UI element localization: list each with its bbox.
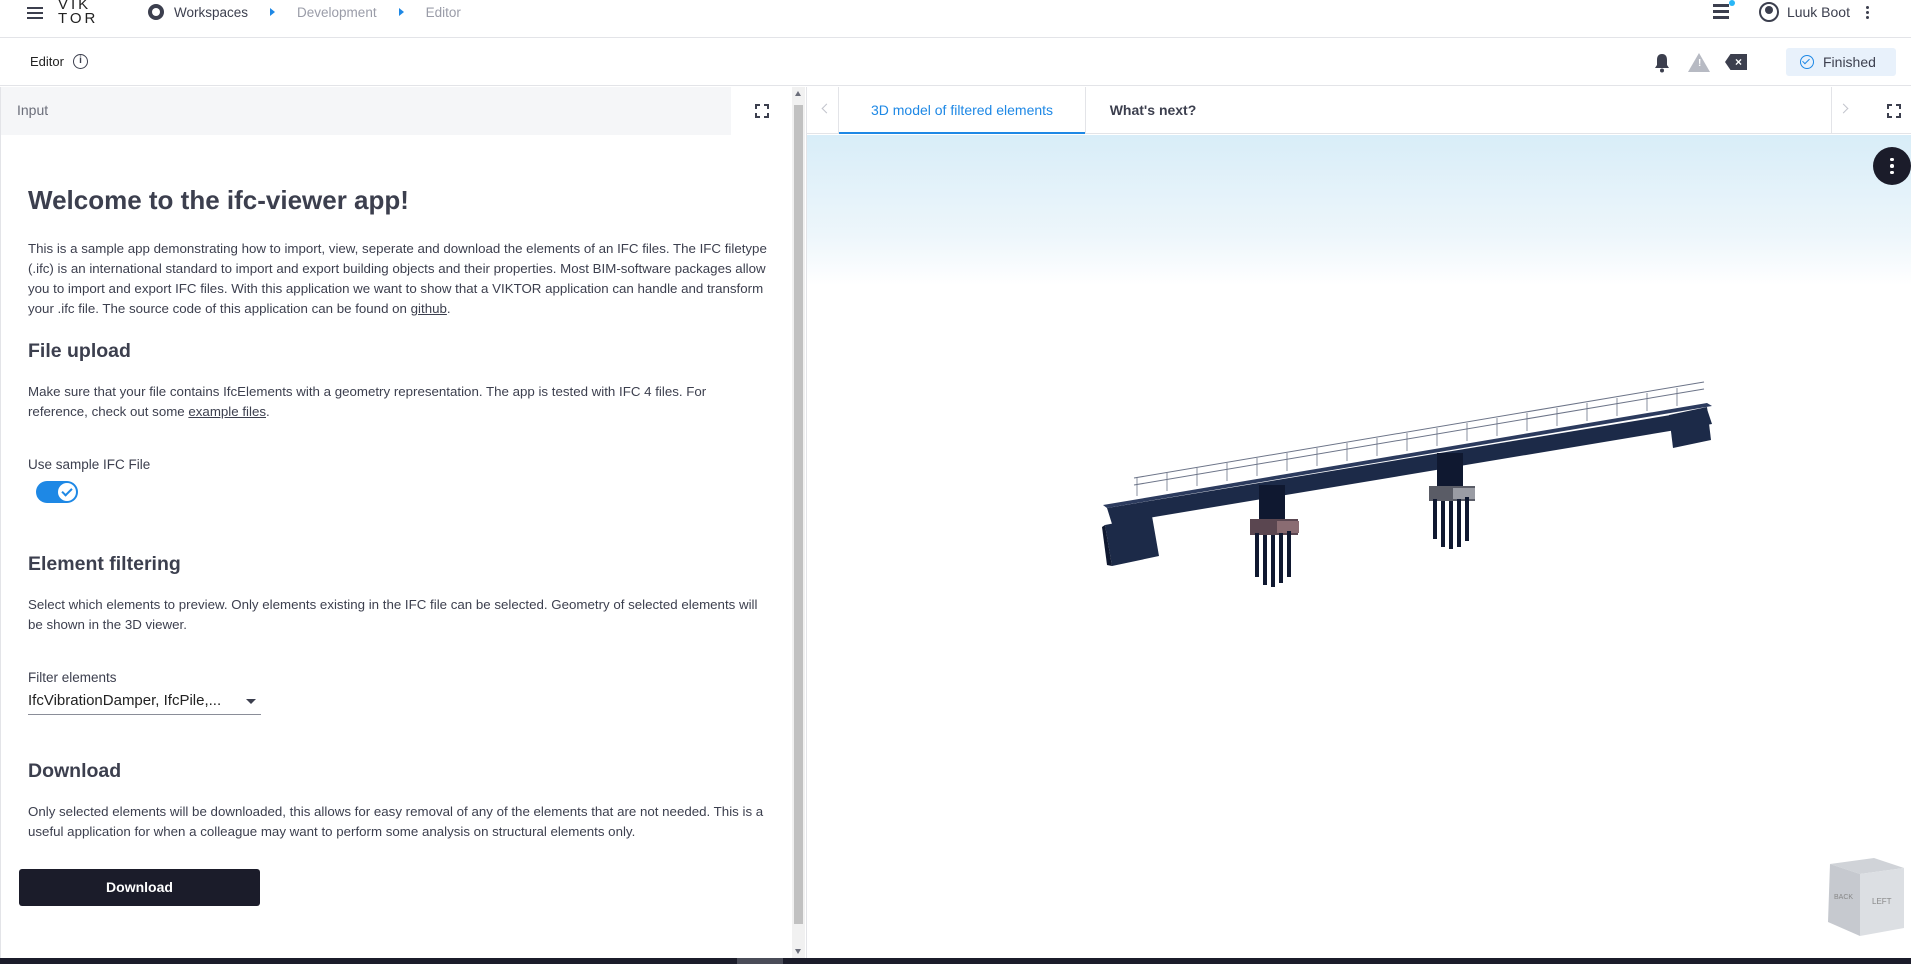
3d-viewer[interactable]: BACK LEFT (807, 135, 1911, 958)
expand-icon (755, 104, 769, 118)
top-bar: VIK TOR Workspaces Development Editor Lu… (0, 0, 1911, 38)
sample-ifc-toggle[interactable] (36, 481, 78, 503)
filter-elements-value: IfcVibrationDamper, IfcPile,... (28, 692, 222, 709)
github-link[interactable]: github (411, 301, 447, 316)
cube-face-left[interactable]: LEFT (1872, 897, 1892, 906)
user-icon[interactable] (1758, 2, 1779, 22)
check-icon (58, 483, 76, 501)
clear-icon[interactable]: × (1725, 54, 1747, 70)
taskbar-item[interactable] (737, 958, 783, 964)
element-filtering-text: Select which elements to preview. Only e… (28, 597, 758, 632)
sample-toggle-label: Use sample IFC File (28, 457, 151, 472)
tab-3d-model[interactable]: 3D model of filtered elements (839, 87, 1085, 134)
file-upload-text: Make sure that your file contains IfcEle… (28, 384, 707, 419)
editor-bar: Editor i ! × Finished (0, 38, 1911, 86)
file-upload-title: File upload (28, 340, 131, 362)
workspace-icon (148, 4, 164, 20)
scroll-thumb[interactable] (794, 105, 803, 924)
download-title: Download (28, 760, 122, 782)
download-button[interactable]: Download (19, 869, 260, 906)
breadcrumb-separator-icon (398, 8, 404, 16)
breadcrumb-editor: Editor (425, 4, 461, 20)
scroll-up-icon[interactable] (795, 91, 801, 96)
expand-icon[interactable] (1887, 104, 1901, 118)
output-panel: 3D model of filtered elements What's nex… (806, 87, 1911, 958)
breadcrumb-workspaces[interactable]: Workspaces (174, 5, 248, 20)
taskbar (0, 958, 1911, 964)
warning-icon[interactable]: ! (1688, 53, 1710, 72)
input-scrollbar[interactable] (792, 87, 805, 958)
user-area: Luuk Boot (1712, 0, 1869, 22)
check-circle-icon (1800, 55, 1814, 69)
stack-icon[interactable] (1712, 0, 1735, 20)
input-expand-button[interactable] (731, 87, 793, 135)
menu-icon[interactable] (24, 5, 46, 23)
breadcrumb-separator-icon (270, 8, 276, 16)
status-badge: Finished (1786, 48, 1896, 76)
chevron-left-icon[interactable] (821, 103, 832, 114)
element-filtering-title: Element filtering (28, 553, 181, 575)
bridge-model (1102, 381, 1712, 587)
navigation-cube[interactable]: BACK LEFT (1820, 856, 1906, 940)
viktor-logo[interactable]: VIK TOR (58, 0, 98, 26)
status-text: Finished (1823, 54, 1876, 70)
filter-elements-select[interactable]: IfcVibrationDamper, IfcPile,... (28, 689, 261, 715)
filter-elements-label: Filter elements (28, 670, 117, 685)
notification-dot (1728, 0, 1735, 6)
kebab-icon[interactable] (1866, 5, 1869, 19)
breadcrumb: Workspaces Development Editor (148, 4, 461, 20)
chevron-right-icon[interactable] (1838, 103, 1849, 114)
info-icon[interactable]: i (73, 54, 88, 69)
breadcrumb-development[interactable]: Development (297, 5, 377, 20)
username[interactable]: Luuk Boot (1787, 4, 1850, 20)
download-text: Only selected elements will be downloade… (28, 804, 764, 839)
dropdown-caret-icon (246, 699, 256, 704)
welcome-title: Welcome to the ifc-viewer app! (28, 185, 409, 215)
tab-whats-next[interactable]: What's next? (1086, 87, 1220, 134)
bell-icon[interactable] (1653, 53, 1671, 73)
editor-title: Editor (30, 54, 64, 69)
intro-text: This is a sample app demonstrating how t… (28, 241, 767, 316)
input-panel-header: Input (1, 87, 731, 135)
scroll-down-icon[interactable] (795, 949, 801, 954)
cube-face-back[interactable]: BACK (1834, 894, 1853, 901)
input-panel-title: Input (17, 102, 49, 118)
tab-divider (1831, 87, 1832, 134)
input-panel: Input Welcome to the ifc-viewer app! Thi… (0, 87, 793, 958)
example-files-link[interactable]: example files (188, 404, 266, 419)
viewer-kebab-icon[interactable] (1873, 147, 1911, 185)
output-tabs: 3D model of filtered elements What's nex… (807, 87, 1911, 134)
